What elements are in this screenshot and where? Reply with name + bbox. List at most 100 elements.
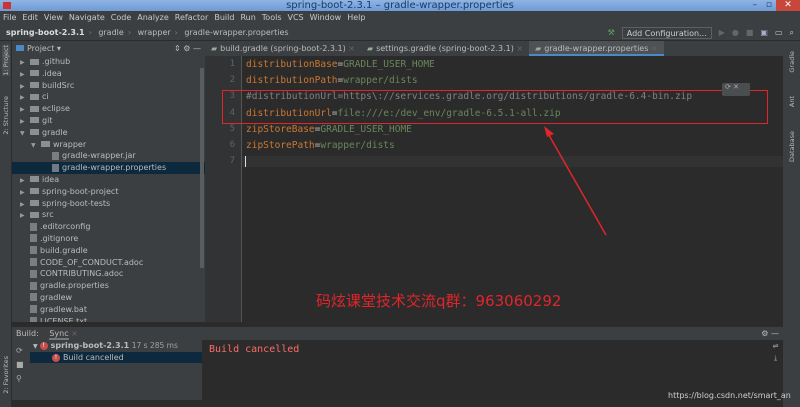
file-icon bbox=[30, 222, 37, 231]
toolbar: ⚒ Add Configuration... ▶ ● ■ ▣ ▭ ⌕ bbox=[608, 24, 794, 41]
line-number: 7 bbox=[229, 156, 235, 167]
breadcrumb-wrapper[interactable]: wrapper bbox=[138, 28, 171, 37]
hammer-icon[interactable]: ⚒ bbox=[608, 28, 615, 37]
database-tool-button[interactable]: Database bbox=[788, 131, 796, 162]
project-view-selector[interactable]: Project bbox=[27, 44, 54, 53]
tree-item[interactable]: .editorconfig bbox=[12, 221, 205, 233]
tab-2[interactable]: ▰ gradle-wrapper.properties × bbox=[529, 41, 664, 56]
build-panel-controls[interactable]: ⚙ — bbox=[761, 327, 779, 341]
tree-item[interactable]: ▶ ci bbox=[12, 91, 205, 103]
menu-file[interactable]: File bbox=[3, 13, 16, 22]
code-line[interactable]: zipStoreBase=GRADLE_USER_HOME bbox=[246, 124, 412, 135]
tree-item-label: CONTRIBUTING.adoc bbox=[40, 269, 124, 279]
close-tab-icon[interactable]: × bbox=[651, 44, 658, 53]
tree-item[interactable]: ▶ .github bbox=[12, 56, 205, 68]
debug-icon[interactable]: ● bbox=[732, 28, 739, 37]
tree-item[interactable]: gradlew bbox=[12, 292, 205, 304]
tree-item[interactable]: ▶ src bbox=[12, 209, 205, 221]
build-root-item[interactable]: ▼! spring-boot-2.3.1 17 s 285 ms bbox=[30, 340, 202, 352]
close-button[interactable]: ✕ bbox=[776, 0, 800, 11]
tree-item[interactable]: LICENSE.txt bbox=[12, 316, 205, 322]
stop-icon[interactable]: ■ bbox=[746, 28, 754, 37]
tree-item-label: gradlew bbox=[40, 292, 73, 302]
menu-refactor[interactable]: Refactor bbox=[175, 13, 209, 22]
tree-item[interactable]: CONTRIBUTING.adoc bbox=[12, 268, 205, 280]
menu-view[interactable]: View bbox=[44, 13, 63, 22]
highlight-box bbox=[222, 90, 768, 124]
structure-tool-button[interactable]: 2: Structure bbox=[2, 96, 10, 135]
tree-item[interactable]: ▶ git bbox=[12, 115, 205, 127]
menu-bar: File Edit View Navigate Code Analyze Refactor B… bbox=[0, 11, 800, 24]
tree-item[interactable]: ▼ gradle bbox=[12, 127, 205, 139]
code-line[interactable]: distributionPath=wrapper/dists bbox=[246, 75, 418, 86]
ant-tool-button[interactable]: Ant bbox=[788, 96, 796, 107]
build-root-label: spring-boot-2.3.1 bbox=[50, 341, 130, 350]
menu-vcs[interactable]: VCS bbox=[288, 13, 304, 22]
code-line[interactable] bbox=[242, 156, 783, 168]
build-child-item[interactable]: ! Build cancelled bbox=[30, 352, 202, 363]
menu-run[interactable]: Run bbox=[240, 13, 255, 22]
breadcrumb-file[interactable]: gradle-wrapper.properties bbox=[184, 28, 288, 37]
breadcrumb-project[interactable]: spring-boot-2.3.1 bbox=[6, 28, 85, 37]
file-icon bbox=[30, 317, 37, 322]
line-number: 5 bbox=[229, 123, 235, 134]
gradle-tool-button[interactable]: Gradle bbox=[788, 51, 796, 73]
tree-item[interactable]: ▶ idea bbox=[12, 174, 205, 186]
menu-window[interactable]: Window bbox=[310, 13, 342, 22]
tree-item[interactable]: gradlew.bat bbox=[12, 304, 205, 316]
menu-code[interactable]: Code bbox=[111, 13, 131, 22]
run-icon[interactable]: ▶ bbox=[719, 28, 725, 37]
stop-icon[interactable]: ■ bbox=[16, 358, 26, 372]
tab-sync[interactable]: Sync bbox=[49, 329, 69, 340]
folder-icon bbox=[30, 211, 39, 218]
project-tool-button[interactable]: 1: Project bbox=[2, 45, 10, 76]
menu-edit[interactable]: Edit bbox=[22, 13, 38, 22]
folder-icon bbox=[30, 105, 39, 112]
breadcrumb-gradle[interactable]: gradle bbox=[98, 28, 124, 37]
property-key: zipStoreBase bbox=[246, 123, 315, 135]
panel-controls[interactable]: ⇕ ⚙ — bbox=[174, 41, 201, 56]
tree-item[interactable]: gradle.properties bbox=[12, 280, 205, 292]
close-tab-icon[interactable]: × bbox=[348, 44, 355, 53]
tab-label: gradle-wrapper.properties bbox=[544, 44, 649, 53]
close-tab-icon[interactable]: × bbox=[516, 44, 523, 53]
error-icon: ! bbox=[52, 353, 60, 362]
file-icon bbox=[52, 151, 59, 160]
tab-1[interactable]: ▰ settings.gradle (spring-boot-2.3.1) × bbox=[361, 41, 529, 56]
menu-analyze[interactable]: Analyze bbox=[137, 13, 169, 22]
tree-item[interactable]: ▶ spring-boot-tests bbox=[12, 198, 205, 210]
maximize-button[interactable]: ▫ bbox=[766, 0, 772, 11]
project-structure-icon[interactable]: ▣ bbox=[760, 28, 768, 37]
search-icon[interactable]: ⌕ bbox=[790, 28, 794, 38]
tree-item[interactable]: build.gradle bbox=[12, 245, 205, 257]
pin-icon[interactable]: ⚲ bbox=[16, 372, 26, 386]
menu-help[interactable]: Help bbox=[347, 13, 365, 22]
code-line[interactable]: distributionBase=GRADLE_USER_HOME bbox=[246, 59, 435, 70]
tree-item-label: eclipse bbox=[42, 104, 70, 114]
menu-navigate[interactable]: Navigate bbox=[69, 13, 105, 22]
tree-scrollbar[interactable] bbox=[200, 68, 204, 268]
tree-item[interactable]: .gitignore bbox=[12, 233, 205, 245]
tree-item[interactable]: gradle-wrapper.properties bbox=[12, 162, 205, 174]
tab-0[interactable]: ▰ build.gradle (spring-boot-2.3.1) × bbox=[205, 41, 361, 56]
rerun-icon[interactable]: ⟳ bbox=[16, 344, 26, 358]
folder-icon bbox=[30, 200, 39, 207]
tree-item[interactable]: ▶ buildSrc bbox=[12, 80, 205, 92]
menu-build[interactable]: Build bbox=[214, 13, 234, 22]
tree-item[interactable]: gradle-wrapper.jar bbox=[12, 150, 205, 162]
build-tree: ▼! spring-boot-2.3.1 17 s 285 ms ! Build c… bbox=[30, 340, 202, 400]
tree-item[interactable]: CODE_OF_CONDUCT.adoc bbox=[12, 257, 205, 269]
code-line[interactable]: zipStorePath=wrapper/dists bbox=[246, 140, 395, 151]
build-side-toolbar: ⟳ ■ ⚲ bbox=[12, 340, 30, 400]
tree-item[interactable]: ▶ .idea bbox=[12, 68, 205, 80]
minimize-button[interactable]: – bbox=[753, 0, 758, 11]
tree-item-label: gradle bbox=[42, 127, 68, 137]
editor-float-toolbar[interactable]: ⟳ ✕ bbox=[722, 83, 750, 96]
menu-tools[interactable]: Tools bbox=[262, 13, 282, 22]
favorites-tool-button[interactable]: 2: Favorites bbox=[2, 356, 10, 394]
window-icon[interactable]: ▭ bbox=[775, 28, 783, 37]
tree-item[interactable]: ▼ wrapper bbox=[12, 139, 205, 151]
add-configuration-button[interactable]: Add Configuration... bbox=[621, 26, 712, 39]
tree-item[interactable]: ▶ eclipse bbox=[12, 103, 205, 115]
tree-item[interactable]: ▶ spring-boot-project bbox=[12, 186, 205, 198]
